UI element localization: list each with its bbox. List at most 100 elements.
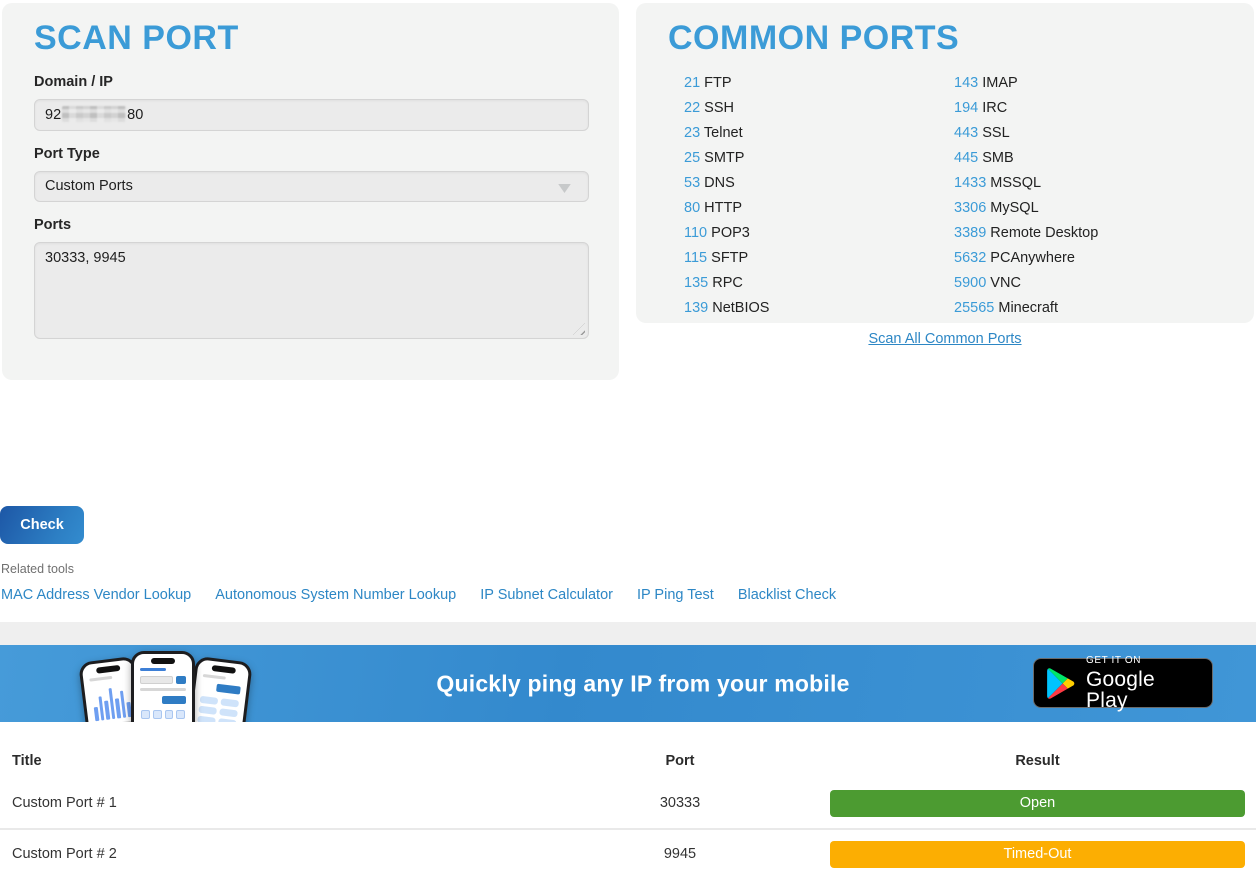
port-number-link[interactable]: 25 — [684, 150, 700, 166]
common-port-item: 135 RPC — [684, 271, 954, 296]
related-tools-links: MAC Address Vendor Lookup Autonomous Syst… — [1, 587, 836, 603]
common-port-item: 110 POP3 — [684, 221, 954, 246]
port-number-link[interactable]: 139 — [684, 300, 708, 316]
common-port-item: 25 SMTP — [684, 146, 954, 171]
phone-notch — [211, 665, 236, 674]
port-number-link[interactable]: 194 — [954, 100, 978, 116]
results-table-body: Custom Port # 1 30333 Open Custom Port #… — [0, 778, 1256, 875]
common-port-item: 21 FTP — [684, 71, 954, 96]
port-number-link[interactable]: 5900 — [954, 275, 986, 291]
ports-textarea[interactable]: 30333, 9945 — [34, 242, 589, 339]
scan-all-common-ports-link[interactable]: Scan All Common Ports — [636, 331, 1254, 347]
google-play-icon — [1046, 667, 1076, 700]
port-service-name: Minecraft — [998, 300, 1058, 316]
phone-notch — [151, 658, 175, 664]
port-service-name: DNS — [704, 175, 735, 191]
google-play-large-text: Google Play — [1086, 669, 1200, 711]
promo-banner: Quickly ping any IP from your mobile GET… — [0, 645, 1256, 722]
port-number-link[interactable]: 23 — [684, 125, 700, 141]
port-number-link[interactable]: 110 — [684, 225, 707, 241]
port-service-name: NetBIOS — [712, 300, 769, 316]
check-button[interactable]: Check — [0, 506, 84, 544]
common-port-item: 143 IMAP — [954, 71, 1098, 96]
common-ports-panel: COMMON PORTS 21 FTP 22 SSH 23 Telnet 25 … — [636, 3, 1254, 323]
domain-ip-value-suffix: 80 — [127, 107, 143, 123]
port-service-name: SSH — [704, 100, 734, 116]
common-port-item: 80 HTTP — [684, 196, 954, 221]
port-number-link[interactable]: 115 — [684, 250, 707, 266]
row-port: 9945 — [560, 846, 800, 862]
common-port-item: 25565 Minecraft — [954, 296, 1098, 321]
resize-handle-icon[interactable] — [573, 323, 585, 335]
port-number-link[interactable]: 135 — [684, 275, 708, 291]
common-port-item: 22 SSH — [684, 96, 954, 121]
header-port: Port — [560, 753, 800, 769]
port-type-label: Port Type — [34, 146, 587, 162]
status-badge: Open — [830, 790, 1245, 817]
port-service-name: SSL — [982, 125, 1009, 141]
port-number-link[interactable]: 3389 — [954, 225, 986, 241]
related-tool-link[interactable]: IP Subnet Calculator — [480, 587, 613, 603]
domain-ip-input[interactable]: 92 80 — [34, 99, 589, 131]
header-result: Result — [830, 753, 1245, 769]
port-service-name: MySQL — [990, 200, 1038, 216]
port-service-name: IMAP — [982, 75, 1017, 91]
mini-bar-chart — [91, 683, 132, 721]
footer-gray-band — [0, 622, 1256, 645]
row-title: Custom Port # 2 — [0, 846, 560, 862]
port-number-link[interactable]: 21 — [684, 75, 700, 91]
scan-port-page: SCAN PORT Domain / IP 9280 Port Type Cus… — [0, 0, 1256, 875]
port-number-link[interactable]: 445 — [954, 150, 978, 166]
google-play-badge[interactable]: GET IT ON Google Play — [1033, 658, 1213, 708]
chevron-down-icon — [557, 184, 572, 193]
port-number-link[interactable]: 22 — [684, 100, 700, 116]
port-service-name: SMTP — [704, 150, 744, 166]
redacted-ip-segment — [62, 106, 126, 122]
port-number-link[interactable]: 80 — [684, 200, 700, 216]
port-service-name: SMB — [982, 150, 1013, 166]
table-row: Custom Port # 2 9945 Timed-Out — [0, 828, 1256, 875]
row-port: 30333 — [560, 795, 800, 811]
port-service-name: HTTP — [704, 200, 742, 216]
port-service-name: SFTP — [711, 250, 748, 266]
domain-ip-label: Domain / IP — [34, 74, 587, 90]
related-tool-link[interactable]: Autonomous System Number Lookup — [215, 587, 456, 603]
related-tool-link[interactable]: IP Ping Test — [637, 587, 714, 603]
results-table: Title Port Result Custom Port # 1 30333 … — [0, 722, 1256, 875]
header-title: Title — [0, 753, 560, 769]
common-port-item: 3306 MySQL — [954, 196, 1098, 221]
scan-port-panel: SCAN PORT Domain / IP 9280 Port Type Cus… — [2, 3, 619, 380]
common-port-item: 445 SMB — [954, 146, 1098, 171]
port-service-name: POP3 — [711, 225, 750, 241]
common-port-item: 5632 PCAnywhere — [954, 246, 1098, 271]
port-service-name: IRC — [982, 100, 1007, 116]
port-service-name: RPC — [712, 275, 743, 291]
port-number-link[interactable]: 5632 — [954, 250, 986, 266]
phone-mockup-center — [131, 651, 195, 722]
table-row: Custom Port # 1 30333 Open — [0, 778, 1256, 828]
port-service-name: Remote Desktop — [990, 225, 1098, 241]
related-tool-link[interactable]: MAC Address Vendor Lookup — [1, 587, 191, 603]
row-title: Custom Port # 1 — [0, 795, 560, 811]
ports-label: Ports — [34, 217, 587, 233]
port-number-link[interactable]: 1433 — [954, 175, 986, 191]
port-number-link[interactable]: 443 — [954, 125, 978, 141]
phone-notch — [95, 665, 120, 674]
port-number-link[interactable]: 143 — [954, 75, 978, 91]
domain-ip-value-prefix: 92 — [45, 107, 61, 123]
port-type-selected-value: Custom Ports — [45, 178, 133, 194]
port-service-name: Telnet — [704, 125, 743, 141]
related-tool-link[interactable]: Blacklist Check — [738, 587, 836, 603]
banner-headline: Quickly ping any IP from your mobile — [250, 670, 1036, 697]
common-port-item: 5900 VNC — [954, 271, 1098, 296]
common-port-item: 53 DNS — [684, 171, 954, 196]
port-number-link[interactable]: 53 — [684, 175, 700, 191]
google-play-small-text: GET IT ON — [1086, 656, 1200, 666]
common-ports-column-right: 143 IMAP 194 IRC 443 SSL 445 SMB 1433 MS… — [954, 71, 1098, 321]
port-number-link[interactable]: 3306 — [954, 200, 986, 216]
port-service-name: MSSQL — [990, 175, 1041, 191]
port-number-link[interactable]: 25565 — [954, 300, 994, 316]
port-type-select[interactable]: Custom Ports — [34, 171, 589, 202]
ports-value: 30333, 9945 — [45, 250, 126, 266]
common-port-item: 194 IRC — [954, 96, 1098, 121]
